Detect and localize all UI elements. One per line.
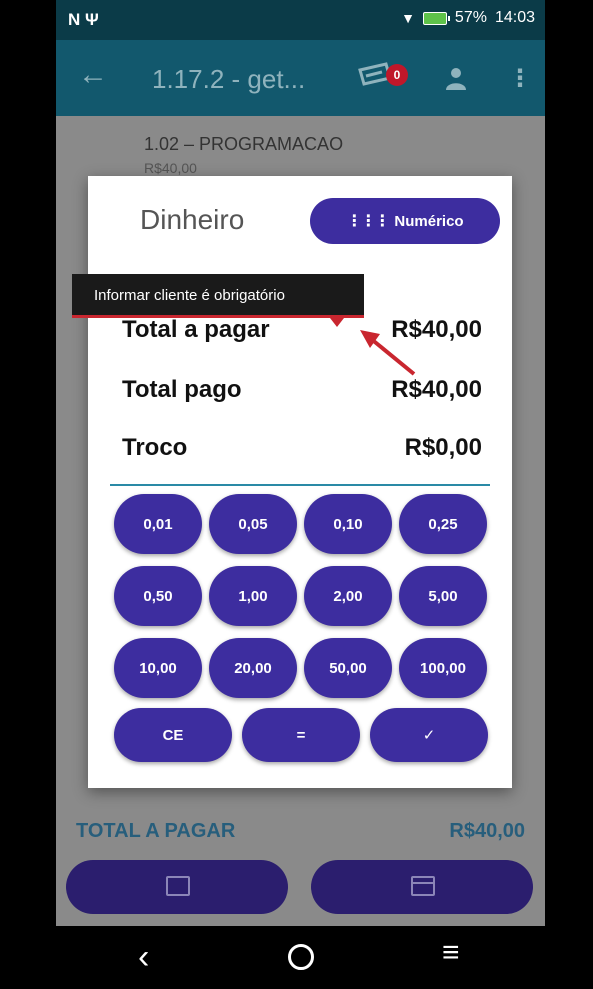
summary-label: Troco [122, 434, 188, 461]
wifi-icon: ▼ [401, 10, 415, 26]
app-toolbar: ← 1.17.2 - get... 0 ⋮ [56, 40, 545, 116]
footer-total-value: R$40,00 [449, 820, 525, 842]
footer-total-label: TOTAL A PAGAR [76, 820, 236, 842]
amount-key[interactable]: 2,00 [304, 566, 392, 626]
battery-level: 57% [454, 9, 487, 26]
amount-key[interactable]: 50,00 [304, 638, 392, 698]
amount-key[interactable]: 0,01 [114, 494, 202, 554]
confirm-button[interactable]: ✓ [370, 708, 488, 762]
credit-card-icon [411, 876, 435, 896]
status-left-icons: N Ψ [68, 10, 99, 29]
amount-key[interactable]: 0,50 [114, 566, 202, 626]
status-bar: N Ψ ▼ 57% 14:03 [56, 0, 545, 40]
cart-count-badge: 0 [386, 64, 408, 86]
clock: 14:03 [494, 9, 535, 26]
phone-screen: N Ψ ▼ 57% 14:03 ← 1.17.2 - get... 0 ⋮ 1.… [56, 0, 545, 989]
cash-payment-button[interactable] [66, 860, 288, 914]
keypad-icon: ⋮⋮⋮ [346, 213, 390, 230]
amount-key[interactable]: 1,00 [209, 566, 297, 626]
status-right: ▼ 57% 14:03 [401, 9, 535, 27]
equals-button[interactable]: = [242, 708, 360, 762]
money-icon [166, 876, 190, 896]
summary-value: R$0,00 [404, 434, 482, 461]
amount-key[interactable]: 20,00 [209, 638, 297, 698]
item-name: 1.02 – PROGRAMACAO [144, 134, 344, 154]
clear-entry-button[interactable]: CE [114, 708, 232, 762]
card-payment-button[interactable] [311, 860, 533, 914]
amount-key[interactable]: 0,25 [399, 494, 487, 554]
numeric-button-label: Numérico [394, 212, 464, 230]
amount-key[interactable]: 10,00 [114, 638, 202, 698]
nav-back-icon[interactable]: ‹ [138, 938, 149, 977]
summary-label: Total a pagar [122, 316, 270, 343]
red-arrow-icon [360, 330, 416, 376]
tooltip-pointer [330, 318, 344, 327]
item-price: R$40,00 [144, 160, 197, 176]
numeric-mode-button[interactable]: ⋮⋮⋮ Numérico [310, 198, 500, 244]
amount-key[interactable]: 5,00 [399, 566, 487, 626]
amount-key[interactable]: 0,10 [304, 494, 392, 554]
nav-menu-icon[interactable]: ≡ [442, 936, 460, 970]
navigation-bar: ‹ ≡ [56, 926, 545, 989]
payment-dialog: Dinheiro ⋮⋮⋮ Numérico Total a pagar R$40… [88, 176, 512, 788]
amount-key[interactable]: 100,00 [399, 638, 487, 698]
back-arrow-icon[interactable]: ← [78, 58, 108, 92]
dialog-title: Dinheiro [140, 204, 245, 235]
summary-label: Total pago [122, 376, 242, 403]
battery-icon [422, 11, 450, 25]
person-icon[interactable] [444, 66, 468, 90]
toolbar-title: 1.17.2 - get... [152, 64, 306, 94]
validation-tooltip: Informar cliente é obrigatório [72, 274, 364, 318]
more-vert-icon[interactable]: ⋮ [508, 64, 532, 93]
amount-key[interactable]: 0,05 [209, 494, 297, 554]
nav-home-icon[interactable] [288, 944, 314, 970]
